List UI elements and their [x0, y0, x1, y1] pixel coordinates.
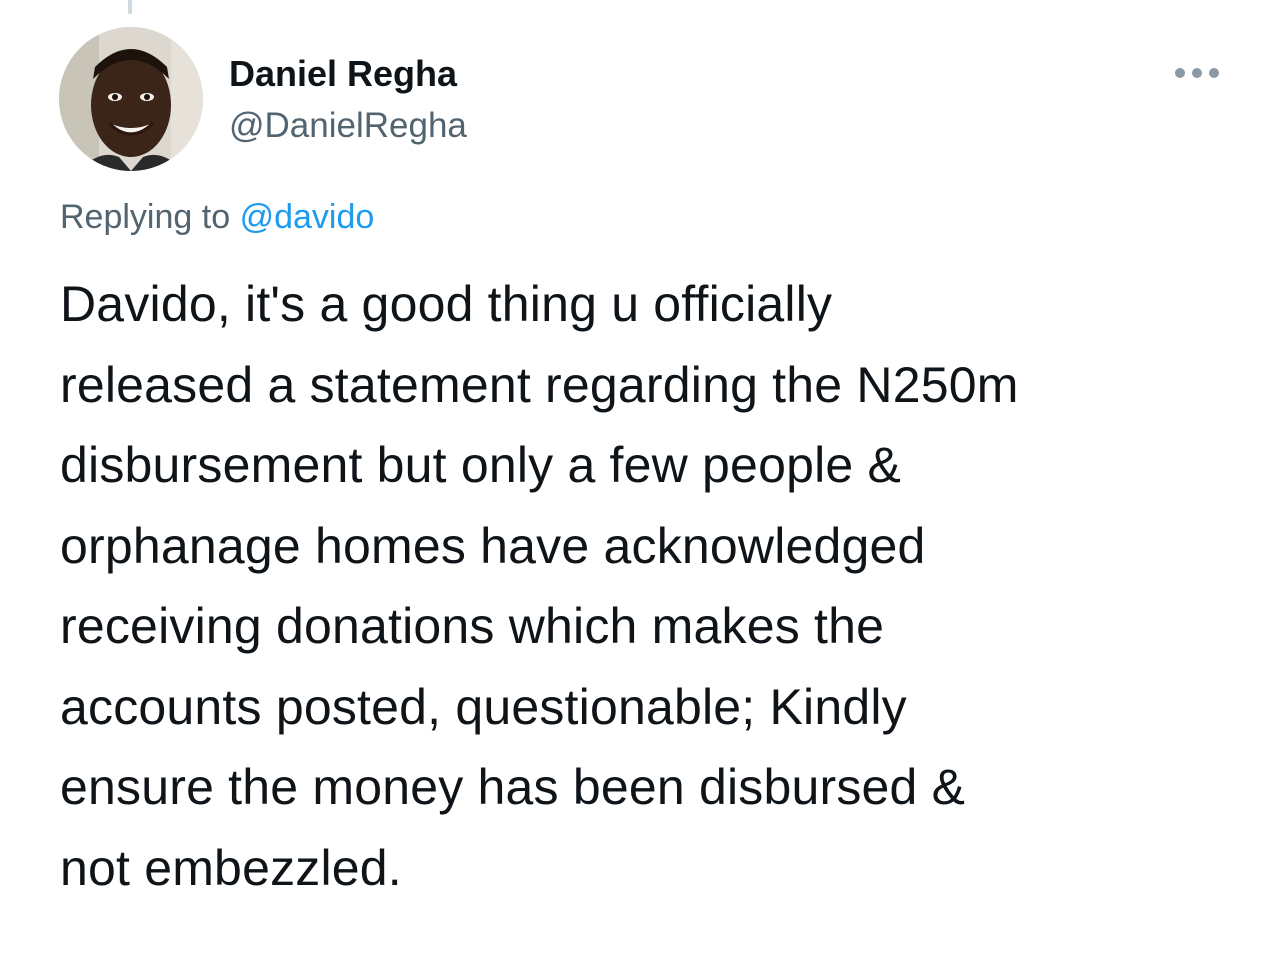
avatar[interactable] — [59, 27, 203, 171]
tweet-text-line: Davido, it's a good thing u officially — [60, 276, 833, 332]
reply-mention-link[interactable]: @davido — [240, 198, 375, 236]
tweet-text-line: orphanage homes have acknowledged — [60, 517, 926, 574]
tweet-text-line: released a statement regarding the N250m — [60, 356, 1019, 413]
tweet-text-line: disbursement but only a few people & — [60, 437, 902, 493]
more-horizontal-icon — [1175, 68, 1219, 78]
more-options-button[interactable] — [1168, 56, 1226, 90]
tweet-text-line: not embezzled. — [60, 839, 402, 896]
tweet-text-line: receiving donations which makes the — [60, 598, 885, 654]
profile-photo-icon — [59, 27, 203, 171]
replying-to-line: Replying to @davido — [60, 196, 374, 238]
replying-to-label: Replying to — [60, 198, 231, 236]
thread-connector-line — [128, 0, 132, 14]
tweet-text-line: accounts posted, questionable; Kindly — [60, 678, 907, 735]
tweet-text: Davido, it's a good thing u officially r… — [60, 264, 1250, 908]
author-display-name[interactable]: Daniel Regha — [229, 52, 457, 96]
author-handle[interactable]: @DanielRegha — [229, 104, 467, 148]
tweet-text-line: ensure the money has been disbursed & — [60, 759, 966, 815]
